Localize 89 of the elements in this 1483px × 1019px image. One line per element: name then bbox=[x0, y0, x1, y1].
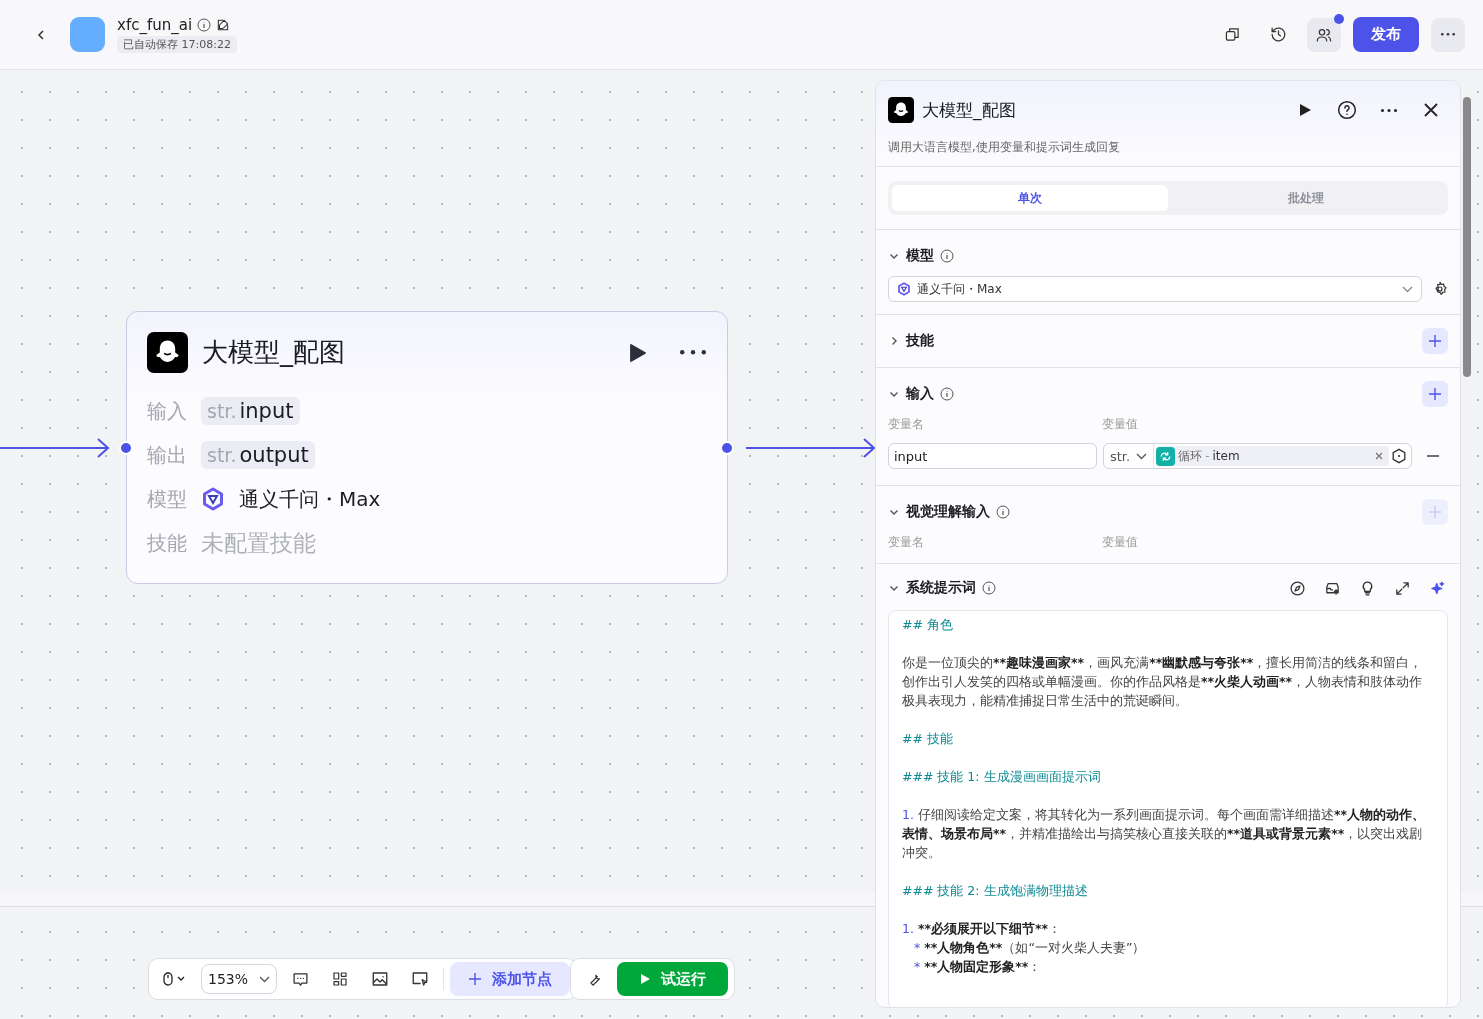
add-button[interactable] bbox=[1422, 381, 1448, 407]
settings-icon[interactable] bbox=[1432, 281, 1448, 297]
cursor-window-icon bbox=[411, 970, 429, 988]
column-label: 变量值 bbox=[1102, 534, 1139, 551]
reference-field: item bbox=[1212, 449, 1240, 463]
plus-icon bbox=[1428, 334, 1442, 348]
comment-icon bbox=[291, 970, 309, 988]
app-logo bbox=[70, 17, 105, 52]
section-title: 技能 bbox=[906, 332, 934, 350]
model-name: 通义千问・Max bbox=[239, 485, 381, 513]
info-icon[interactable] bbox=[982, 581, 996, 595]
zoom-select[interactable]: 153% bbox=[201, 964, 277, 994]
compass-icon[interactable] bbox=[1289, 579, 1306, 597]
users-icon bbox=[1316, 26, 1332, 43]
mouse-icon bbox=[163, 972, 187, 986]
autosave-status: 已自动保存 17:08:22 bbox=[117, 36, 237, 53]
panel-title: 大模型_配图 bbox=[922, 98, 1017, 122]
variable-picker-icon[interactable] bbox=[1391, 448, 1407, 464]
add-node-button[interactable]: 添加节点 bbox=[450, 962, 570, 996]
field-label: 技能 bbox=[147, 529, 187, 557]
caret-icon bbox=[1136, 452, 1148, 460]
prompt-text: 1. 仔细阅读给定文案，将其转化为一系列画面提示词。每个画面需详细描述**人物的动作、 表情、场景布局**，并精准描绘出与搞笑核心直接关联的**道具或背景元素**，以突出戏剧冲突。 bbox=[902, 806, 1426, 862]
clear-icon[interactable] bbox=[1375, 452, 1383, 460]
section-title: 模型 bbox=[906, 247, 934, 265]
column-label: 变量名 bbox=[888, 534, 925, 551]
mode-tab[interactable]: 单次 bbox=[892, 185, 1168, 211]
prompt-heading: ### 技能 1: 生成漫画画面提示词 bbox=[902, 768, 1102, 786]
model-logo-icon bbox=[201, 487, 225, 511]
expand-icon[interactable] bbox=[1394, 579, 1411, 597]
section-title: 视觉理解输入 bbox=[906, 503, 990, 521]
node-card[interactable]: 大模型_配图 输入 str.input 输出 str.output 模型 通义千问・Max 技能 未配置技能 bbox=[126, 311, 728, 584]
prompt-text: * **人物角色**（如“一对火柴人夫妻”） bbox=[914, 939, 1147, 957]
play-icon bbox=[1298, 103, 1312, 117]
back-icon bbox=[35, 28, 47, 41]
plus-icon bbox=[1428, 387, 1442, 401]
model-select[interactable]: 通义千问・Max bbox=[888, 276, 1422, 302]
section-title: 系统提示词 bbox=[906, 579, 976, 597]
column-label: 变量名 bbox=[888, 416, 925, 433]
prompt-heading: ## 技能 bbox=[902, 730, 954, 748]
scrollbar-thumb[interactable] bbox=[1463, 97, 1471, 377]
prompt-text: 你是一位顶尖的**趣味漫画家**，画风充满**幽默感与夸张**，擅长用简洁的线条和留白，创作出引人发笑的四格或单幅漫画。你的作品风格是**火柴人动画**，人物表情和肢体动作极具表现力，能精准捕捉日常生活中的荒诞瞬间。 bbox=[902, 654, 1424, 710]
prompt-text: 1. **必须展开以下细节**： bbox=[902, 920, 1063, 938]
caret-icon bbox=[1402, 285, 1413, 293]
copy-icon bbox=[1224, 27, 1240, 42]
empty-skills-text: 未配置技能 bbox=[201, 528, 316, 558]
add-button[interactable] bbox=[1422, 328, 1448, 354]
prompt-text: * **人物固定形象**： bbox=[914, 958, 1043, 976]
more-icon bbox=[1380, 107, 1398, 113]
field-label: 输入 bbox=[147, 397, 187, 425]
section-title: 输入 bbox=[906, 385, 934, 403]
column-label: 变量值 bbox=[1102, 416, 1139, 433]
prompt-heading: ## 角色 bbox=[902, 616, 954, 634]
info-icon[interactable] bbox=[996, 505, 1010, 519]
more-icon bbox=[679, 349, 707, 356]
field-label: 输出 bbox=[147, 441, 187, 469]
caret-icon bbox=[259, 975, 270, 983]
info-icon[interactable] bbox=[940, 249, 954, 263]
plus-icon bbox=[468, 972, 482, 986]
edit-icon[interactable] bbox=[216, 18, 231, 32]
variable-name-input[interactable]: input bbox=[888, 443, 1097, 469]
collaborators-button[interactable] bbox=[1307, 17, 1341, 52]
field-label: 模型 bbox=[147, 485, 187, 513]
loop-icon bbox=[1156, 446, 1176, 466]
publish-button[interactable]: 发布 bbox=[1353, 17, 1419, 52]
help-icon bbox=[1337, 100, 1357, 120]
bot-icon bbox=[888, 97, 914, 123]
plus-icon bbox=[1428, 505, 1442, 519]
variable-tag: str.input bbox=[201, 397, 300, 425]
model-logo-icon bbox=[897, 282, 911, 296]
reference-source: 循环 bbox=[1178, 447, 1203, 465]
reference-separator: - bbox=[1205, 449, 1210, 463]
app-name: xfc_fun_ai bbox=[117, 16, 193, 34]
info-icon[interactable] bbox=[197, 18, 212, 32]
close-icon bbox=[1424, 103, 1438, 117]
history-icon bbox=[1269, 26, 1287, 43]
play-icon bbox=[639, 973, 651, 985]
info-icon[interactable] bbox=[940, 387, 954, 401]
panel-description: 调用大语言模型,使用变量和提示词生成回复 bbox=[888, 139, 1121, 156]
sparkle-icon[interactable] bbox=[1429, 579, 1446, 597]
more-icon bbox=[1440, 32, 1456, 37]
variable-value-field[interactable]: str. 循环 - item bbox=[1103, 443, 1412, 469]
grid-icon bbox=[332, 971, 348, 987]
minus-icon bbox=[1427, 455, 1439, 457]
prompt-editor[interactable] bbox=[888, 610, 1448, 1007]
variable-tag: str.output bbox=[201, 441, 315, 469]
image-icon bbox=[371, 970, 389, 988]
node-title: 大模型_配图 bbox=[202, 336, 346, 369]
bot-icon bbox=[147, 332, 188, 373]
prompt-heading: ### 技能 2: 生成饱满物理描述 bbox=[902, 882, 1089, 900]
